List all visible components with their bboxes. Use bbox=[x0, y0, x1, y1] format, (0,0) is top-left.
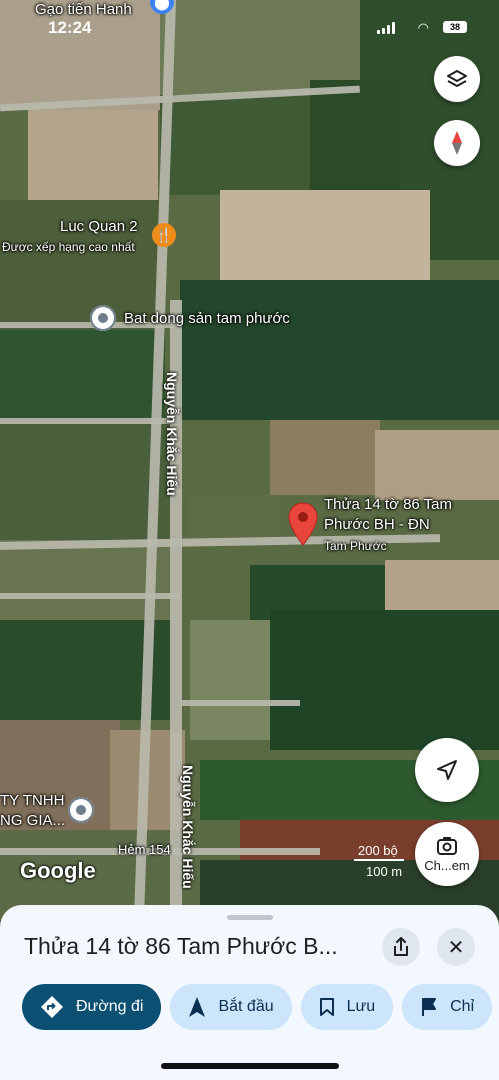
selected-location-pin-icon[interactable] bbox=[288, 502, 318, 546]
map-field bbox=[220, 190, 430, 280]
map-label-company-2[interactable]: NG GIA... bbox=[0, 812, 65, 829]
start-button[interactable]: Bắt đầu bbox=[170, 984, 292, 1030]
scale-feet: 200 bộ bbox=[358, 843, 398, 858]
home-indicator[interactable] bbox=[161, 1063, 339, 1069]
camera-search-icon bbox=[437, 836, 457, 855]
map-field bbox=[0, 420, 170, 540]
scale-bar bbox=[354, 859, 404, 861]
road bbox=[0, 593, 180, 599]
bookmark-icon bbox=[319, 998, 334, 1016]
compass-icon bbox=[452, 131, 462, 155]
map-label-tam-phuoc: Tam Phước bbox=[324, 539, 387, 553]
layers-icon bbox=[447, 70, 467, 87]
map-field bbox=[375, 430, 499, 500]
directions-label: Đường đi bbox=[76, 998, 144, 1015]
road-label: Nguyễn Khắc Hiếu bbox=[180, 765, 196, 889]
pin-title-line-2[interactable]: Phước BH - ĐN bbox=[324, 516, 430, 533]
directions-button[interactable]: Đường đi bbox=[22, 984, 162, 1030]
map-field bbox=[190, 620, 270, 740]
map-label-company-1[interactable]: TY TNHH bbox=[0, 792, 64, 809]
close-button[interactable]: ✕ bbox=[437, 928, 475, 966]
share-chip-label: Chỉ bbox=[450, 998, 475, 1015]
navigation-icon bbox=[189, 997, 206, 1017]
map-label-luc-quan[interactable]: Luc Quan 2 bbox=[60, 218, 138, 235]
directions-icon bbox=[41, 996, 63, 1018]
map-field bbox=[0, 330, 165, 420]
map-field bbox=[270, 420, 380, 495]
my-location-button[interactable] bbox=[415, 738, 479, 802]
flag-icon bbox=[422, 998, 437, 1016]
lens-button[interactable]: Ch...em bbox=[415, 822, 479, 886]
place-title: Thửa 14 tờ 86 Tam Phước B... bbox=[24, 933, 338, 959]
road bbox=[0, 418, 175, 424]
action-chips: Đường đi Bắt đầu Lưu Chỉ bbox=[22, 984, 493, 1030]
road-label: Nguyễn Khắc Hiếu bbox=[164, 372, 180, 496]
place-bottom-sheet[interactable]: Thửa 14 tờ 86 Tam Phước B... ✕ Đường đi … bbox=[0, 905, 499, 1080]
navigation-arrow-icon bbox=[437, 760, 457, 780]
save-button[interactable]: Lưu bbox=[300, 984, 394, 1030]
map-field bbox=[28, 110, 158, 200]
lens-label: Ch...em bbox=[424, 857, 470, 873]
place-pin-icon[interactable] bbox=[68, 797, 94, 823]
map-label-gao[interactable]: Gạo tiến Hanh bbox=[35, 1, 132, 18]
share-chip-button[interactable]: Chỉ bbox=[402, 984, 493, 1030]
map-field bbox=[270, 610, 499, 750]
wifi-icon: ◠ bbox=[417, 20, 429, 35]
map-field bbox=[180, 280, 499, 420]
road bbox=[180, 700, 300, 706]
google-logo: Google bbox=[20, 858, 96, 883]
signal-icon bbox=[377, 22, 395, 34]
pin-title-line-1[interactable]: Thửa 14 tờ 86 Tam bbox=[324, 496, 452, 513]
map-view[interactable]: 12:24 ◠ 38 Gạo tiến Hanh ⬤ Luc Quan 2 Đư… bbox=[0, 0, 499, 920]
share-button[interactable] bbox=[382, 928, 420, 966]
map-field bbox=[160, 95, 310, 195]
map-label-luc-quan-sub: Được xếp hạng cao nhất bbox=[2, 240, 135, 254]
save-label: Lưu bbox=[346, 998, 376, 1015]
map-label-hem: Hẻm 154 bbox=[118, 842, 171, 857]
map-field bbox=[310, 80, 400, 195]
battery-icon: 38 bbox=[443, 21, 467, 33]
sheet-drag-handle[interactable] bbox=[227, 915, 273, 920]
share-icon bbox=[394, 937, 408, 956]
map-label-bat-dong-san[interactable]: Bat dong sản tam phước bbox=[124, 310, 290, 327]
compass-button[interactable] bbox=[434, 120, 480, 166]
map-scale: 200 bộ 100 m bbox=[320, 843, 410, 879]
layers-button[interactable] bbox=[434, 56, 480, 102]
scale-meters: 100 m bbox=[366, 864, 403, 879]
close-icon: ✕ bbox=[447, 936, 465, 959]
status-time: 12:24 bbox=[48, 18, 92, 37]
restaurant-icon[interactable]: 🍴 bbox=[152, 223, 176, 247]
start-label: Bắt đầu bbox=[218, 998, 274, 1015]
place-pin-icon[interactable] bbox=[90, 305, 116, 331]
